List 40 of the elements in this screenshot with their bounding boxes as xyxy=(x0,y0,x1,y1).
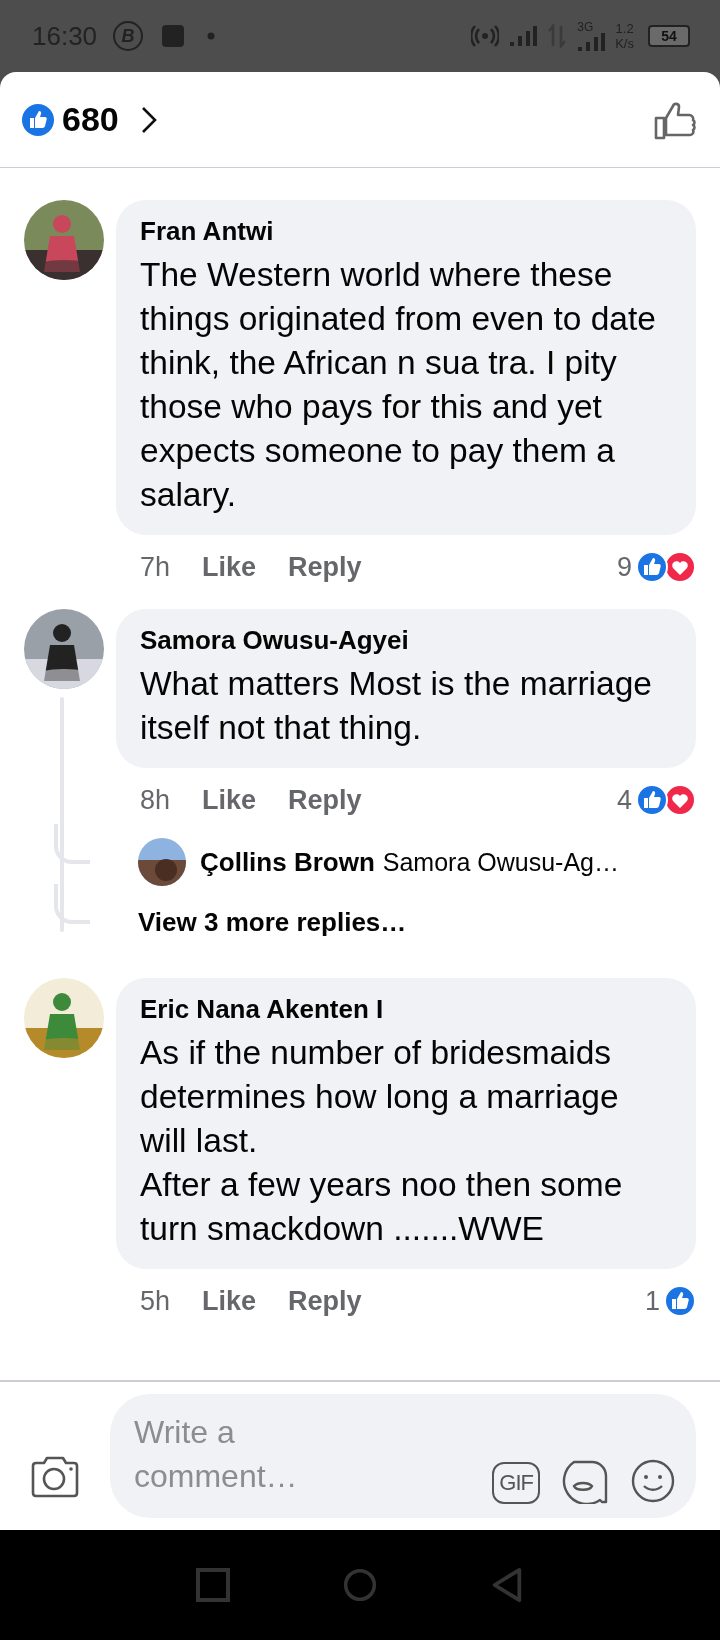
like-reaction-icon xyxy=(636,551,668,583)
comment-text: The Western world where these things originated from even to date think, the African n sua tra. I pity those who pays for this and yet expects someone to pay them a salary. xyxy=(140,255,657,515)
hotspot-icon xyxy=(471,25,500,47)
reaction-count: 4 xyxy=(616,784,632,816)
reply-link[interactable]: Reply xyxy=(288,1285,362,1317)
reaction-count[interactable]: 680 xyxy=(62,100,119,139)
like-link[interactable]: Like xyxy=(202,784,257,816)
comment-text: What matters Most is the marriage itself not that thing. xyxy=(140,664,653,748)
battery-indicator: 54 xyxy=(648,25,690,47)
like-link[interactable]: Like xyxy=(202,551,257,583)
emoji-icon[interactable] xyxy=(630,1458,676,1504)
view-more-replies-link[interactable]: View 3 more replies… xyxy=(138,906,407,938)
gif-button[interactable]: GIF xyxy=(492,1462,540,1504)
dot-icon xyxy=(207,32,216,40)
camera-icon[interactable] xyxy=(30,1454,80,1498)
reply-preview: Samora Owusu-Ag… xyxy=(382,847,619,877)
comment-time: 8h xyxy=(140,784,171,816)
like-link[interactable]: Like xyxy=(202,1285,257,1317)
notification-icon xyxy=(161,24,186,48)
heart-reaction-icon xyxy=(664,551,696,583)
signal-icon xyxy=(509,25,538,47)
like-reaction-icon xyxy=(664,1285,696,1317)
comment-input-field[interactable]: Write a comment… GIF xyxy=(110,1394,696,1518)
like-badge-icon xyxy=(22,103,54,136)
comment-author[interactable]: Eric Nana Akenten I xyxy=(140,994,672,1025)
comment-author[interactable]: Samora Owusu-Agyei xyxy=(140,625,672,656)
comment-text: As if the number of bridesmaids determines how long a marriage will last. After a few years noo then some turn smackdown .......WWE xyxy=(140,1033,624,1249)
reply-link[interactable]: Reply xyxy=(288,551,362,583)
chevron-right-icon[interactable] xyxy=(140,105,157,134)
comment-author[interactable]: Fran Antwi xyxy=(140,216,672,247)
comment-time: 5h xyxy=(140,1285,171,1317)
reaction-count: 1 xyxy=(644,1285,660,1317)
sticker-icon[interactable] xyxy=(562,1458,608,1504)
like-reaction-icon xyxy=(636,784,668,816)
signal-icon xyxy=(577,33,606,51)
reply-link[interactable]: Reply xyxy=(288,784,362,816)
reply-author[interactable]: Çollins Brown xyxy=(200,846,375,878)
reaction-count: 9 xyxy=(616,551,632,583)
comment-time: 7h xyxy=(140,551,171,583)
heart-reaction-icon xyxy=(664,784,696,816)
